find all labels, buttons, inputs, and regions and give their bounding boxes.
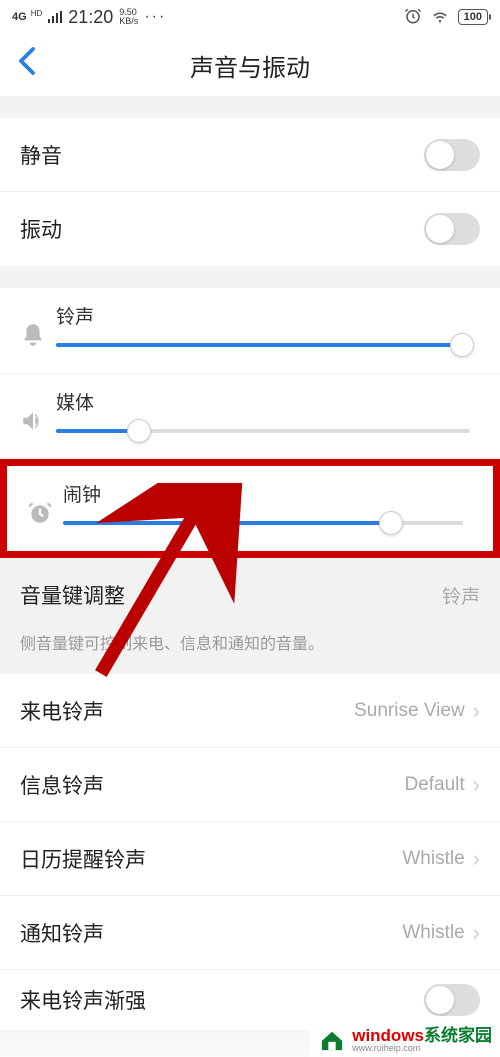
volume-key-value: 铃声 [442, 582, 480, 609]
watermark-logo-icon [318, 1028, 346, 1052]
alarm-label: 闹钟 [63, 480, 473, 507]
battery-indicator: 100 [458, 9, 488, 25]
mute-row[interactable]: 静音 [0, 118, 500, 192]
hd-indicator: HD [31, 9, 43, 18]
incoming-ringtone-label: 来电铃声 [20, 696, 354, 726]
highlight-annotation: 闹钟 [0, 459, 500, 558]
mute-toggle[interactable] [424, 139, 480, 171]
chevron-right-icon: › [473, 772, 480, 798]
chevron-right-icon: › [473, 846, 480, 872]
signal-bars-icon [48, 11, 62, 23]
notification-ringtone-value: Whistle [402, 922, 464, 944]
more-icon: ··· [144, 8, 166, 26]
alarm-status-icon [404, 7, 422, 28]
watermark-url: www.ruiheip.com [352, 1044, 492, 1053]
calendar-ringtone-label: 日历提醒铃声 [20, 844, 402, 874]
ringtone-slider-row: 铃声 [0, 288, 500, 374]
ringtone-label: 铃声 [56, 302, 480, 329]
back-button[interactable] [18, 46, 36, 84]
message-ringtone-label: 信息铃声 [20, 770, 404, 800]
vibrate-label: 振动 [20, 214, 424, 244]
media-label: 媒体 [56, 388, 480, 415]
data-speed: 9.50KB/s [119, 8, 138, 26]
calendar-ringtone-value: Whistle [402, 848, 464, 870]
media-slider[interactable] [56, 429, 470, 433]
message-ringtone-row[interactable]: 信息铃声 Default › [0, 748, 500, 822]
crescendo-toggle[interactable] [424, 984, 480, 1016]
toggles-section: 静音 振动 [0, 118, 500, 266]
watermark: windows系统家园 www.ruiheip.com [310, 1023, 500, 1057]
incoming-ringtone-value: Sunrise View [354, 700, 465, 722]
vibrate-toggle[interactable] [424, 213, 480, 245]
crescendo-row[interactable]: 来电铃声渐强 [0, 970, 500, 1030]
bell-icon [20, 322, 56, 353]
volume-key-description: 侧音量键可控制来电、信息和通知的音量。 [0, 618, 500, 674]
sliders-section: 铃声 媒体 [0, 288, 500, 459]
ringtone-section: 来电铃声 Sunrise View › 信息铃声 Default › 日历提醒铃… [0, 674, 500, 1030]
message-ringtone-value: Default [404, 774, 464, 796]
ringtone-slider[interactable] [56, 343, 470, 347]
vibrate-row[interactable]: 振动 [0, 192, 500, 266]
wifi-icon [430, 8, 450, 27]
speaker-icon [20, 408, 56, 439]
incoming-ringtone-row[interactable]: 来电铃声 Sunrise View › [0, 674, 500, 748]
alarm-icon [27, 500, 63, 531]
volume-key-row[interactable]: 音量键调整 铃声 [0, 558, 500, 618]
mute-label: 静音 [20, 140, 424, 170]
crescendo-label: 来电铃声渐强 [20, 985, 424, 1015]
clock: 21:20 [68, 7, 113, 28]
notification-ringtone-row[interactable]: 通知铃声 Whistle › [0, 896, 500, 970]
chevron-right-icon: › [473, 698, 480, 724]
status-bar: 4G HD 21:20 9.50KB/s ··· 100 [0, 0, 500, 34]
watermark-brand: windows系统家园 [352, 1027, 492, 1044]
page-title: 声音与振动 [14, 48, 486, 83]
alarm-slider[interactable] [63, 521, 463, 525]
volume-key-label: 音量键调整 [20, 580, 442, 610]
chevron-right-icon: › [473, 920, 480, 946]
status-left: 4G HD 21:20 9.50KB/s ··· [12, 7, 404, 28]
alarm-slider-row: 闹钟 [7, 466, 493, 551]
calendar-ringtone-row[interactable]: 日历提醒铃声 Whistle › [0, 822, 500, 896]
page-header: 声音与振动 [0, 34, 500, 96]
status-right: 100 [404, 7, 488, 28]
notification-ringtone-label: 通知铃声 [20, 918, 402, 948]
network-type: 4G [12, 11, 27, 23]
media-slider-row: 媒体 [0, 374, 500, 459]
